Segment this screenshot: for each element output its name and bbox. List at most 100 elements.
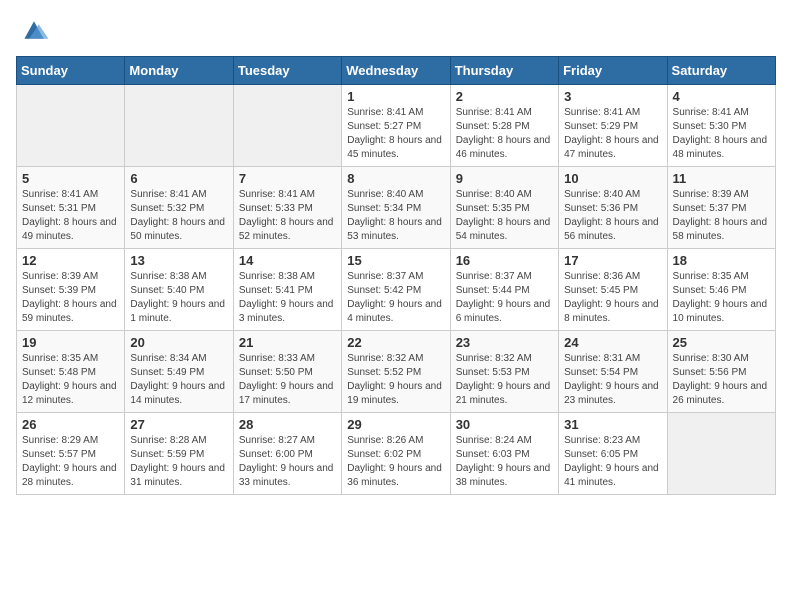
day-number: 13	[130, 253, 227, 268]
weekday-header-thursday: Thursday	[450, 57, 558, 85]
day-info: Sunrise: 8:41 AM Sunset: 5:28 PM Dayligh…	[456, 106, 553, 162]
calendar-cell: 28 Sunrise: 8:27 AM Sunset: 6:00 PM Dayl…	[233, 413, 341, 495]
day-number: 20	[130, 335, 227, 350]
day-info: Sunrise: 8:23 AM Sunset: 6:05 PM Dayligh…	[564, 434, 661, 490]
day-number: 3	[564, 89, 661, 104]
calendar-cell	[667, 413, 775, 495]
calendar-cell: 8 Sunrise: 8:40 AM Sunset: 5:34 PM Dayli…	[342, 167, 450, 249]
calendar-cell: 9 Sunrise: 8:40 AM Sunset: 5:35 PM Dayli…	[450, 167, 558, 249]
day-info: Sunrise: 8:41 AM Sunset: 5:27 PM Dayligh…	[347, 106, 444, 162]
calendar-cell: 10 Sunrise: 8:40 AM Sunset: 5:36 PM Dayl…	[559, 167, 667, 249]
day-info: Sunrise: 8:41 AM Sunset: 5:33 PM Dayligh…	[239, 188, 336, 244]
weekday-header-tuesday: Tuesday	[233, 57, 341, 85]
day-number: 15	[347, 253, 444, 268]
day-info: Sunrise: 8:29 AM Sunset: 5:57 PM Dayligh…	[22, 434, 119, 490]
calendar-week-row: 26 Sunrise: 8:29 AM Sunset: 5:57 PM Dayl…	[17, 413, 776, 495]
day-info: Sunrise: 8:41 AM Sunset: 5:31 PM Dayligh…	[22, 188, 119, 244]
day-info: Sunrise: 8:40 AM Sunset: 5:36 PM Dayligh…	[564, 188, 661, 244]
calendar-cell: 4 Sunrise: 8:41 AM Sunset: 5:30 PM Dayli…	[667, 85, 775, 167]
day-number: 22	[347, 335, 444, 350]
logo-icon	[18, 16, 50, 44]
day-number: 9	[456, 171, 553, 186]
calendar-table: SundayMondayTuesdayWednesdayThursdayFrid…	[16, 56, 776, 495]
day-info: Sunrise: 8:40 AM Sunset: 5:35 PM Dayligh…	[456, 188, 553, 244]
weekday-header-sunday: Sunday	[17, 57, 125, 85]
calendar-week-row: 1 Sunrise: 8:41 AM Sunset: 5:27 PM Dayli…	[17, 85, 776, 167]
day-number: 5	[22, 171, 119, 186]
calendar-cell: 17 Sunrise: 8:36 AM Sunset: 5:45 PM Dayl…	[559, 249, 667, 331]
weekday-header-row: SundayMondayTuesdayWednesdayThursdayFrid…	[17, 57, 776, 85]
day-info: Sunrise: 8:41 AM Sunset: 5:29 PM Dayligh…	[564, 106, 661, 162]
day-info: Sunrise: 8:24 AM Sunset: 6:03 PM Dayligh…	[456, 434, 553, 490]
day-info: Sunrise: 8:27 AM Sunset: 6:00 PM Dayligh…	[239, 434, 336, 490]
day-info: Sunrise: 8:28 AM Sunset: 5:59 PM Dayligh…	[130, 434, 227, 490]
day-info: Sunrise: 8:33 AM Sunset: 5:50 PM Dayligh…	[239, 352, 336, 408]
day-number: 25	[673, 335, 770, 350]
day-number: 10	[564, 171, 661, 186]
calendar-cell: 26 Sunrise: 8:29 AM Sunset: 5:57 PM Dayl…	[17, 413, 125, 495]
calendar-cell	[125, 85, 233, 167]
calendar-cell: 20 Sunrise: 8:34 AM Sunset: 5:49 PM Dayl…	[125, 331, 233, 413]
calendar-cell: 16 Sunrise: 8:37 AM Sunset: 5:44 PM Dayl…	[450, 249, 558, 331]
day-info: Sunrise: 8:31 AM Sunset: 5:54 PM Dayligh…	[564, 352, 661, 408]
calendar-cell: 24 Sunrise: 8:31 AM Sunset: 5:54 PM Dayl…	[559, 331, 667, 413]
calendar-cell: 13 Sunrise: 8:38 AM Sunset: 5:40 PM Dayl…	[125, 249, 233, 331]
day-number: 17	[564, 253, 661, 268]
day-number: 30	[456, 417, 553, 432]
day-info: Sunrise: 8:26 AM Sunset: 6:02 PM Dayligh…	[347, 434, 444, 490]
day-number: 18	[673, 253, 770, 268]
calendar-cell: 31 Sunrise: 8:23 AM Sunset: 6:05 PM Dayl…	[559, 413, 667, 495]
day-info: Sunrise: 8:39 AM Sunset: 5:39 PM Dayligh…	[22, 270, 119, 326]
calendar-cell: 3 Sunrise: 8:41 AM Sunset: 5:29 PM Dayli…	[559, 85, 667, 167]
calendar-cell: 15 Sunrise: 8:37 AM Sunset: 5:42 PM Dayl…	[342, 249, 450, 331]
calendar-cell: 21 Sunrise: 8:33 AM Sunset: 5:50 PM Dayl…	[233, 331, 341, 413]
day-info: Sunrise: 8:40 AM Sunset: 5:34 PM Dayligh…	[347, 188, 444, 244]
calendar-cell: 23 Sunrise: 8:32 AM Sunset: 5:53 PM Dayl…	[450, 331, 558, 413]
day-number: 23	[456, 335, 553, 350]
calendar-cell: 12 Sunrise: 8:39 AM Sunset: 5:39 PM Dayl…	[17, 249, 125, 331]
calendar-cell: 25 Sunrise: 8:30 AM Sunset: 5:56 PM Dayl…	[667, 331, 775, 413]
day-number: 27	[130, 417, 227, 432]
day-info: Sunrise: 8:41 AM Sunset: 5:30 PM Dayligh…	[673, 106, 770, 162]
day-number: 28	[239, 417, 336, 432]
day-number: 14	[239, 253, 336, 268]
calendar-week-row: 5 Sunrise: 8:41 AM Sunset: 5:31 PM Dayli…	[17, 167, 776, 249]
calendar-cell	[17, 85, 125, 167]
day-number: 7	[239, 171, 336, 186]
day-number: 6	[130, 171, 227, 186]
logo	[16, 16, 50, 44]
calendar-cell: 30 Sunrise: 8:24 AM Sunset: 6:03 PM Dayl…	[450, 413, 558, 495]
calendar-cell: 11 Sunrise: 8:39 AM Sunset: 5:37 PM Dayl…	[667, 167, 775, 249]
calendar-week-row: 19 Sunrise: 8:35 AM Sunset: 5:48 PM Dayl…	[17, 331, 776, 413]
calendar-week-row: 12 Sunrise: 8:39 AM Sunset: 5:39 PM Dayl…	[17, 249, 776, 331]
day-number: 19	[22, 335, 119, 350]
day-number: 2	[456, 89, 553, 104]
day-number: 24	[564, 335, 661, 350]
weekday-header-saturday: Saturday	[667, 57, 775, 85]
day-info: Sunrise: 8:41 AM Sunset: 5:32 PM Dayligh…	[130, 188, 227, 244]
weekday-header-friday: Friday	[559, 57, 667, 85]
calendar-body: 1 Sunrise: 8:41 AM Sunset: 5:27 PM Dayli…	[17, 85, 776, 495]
day-info: Sunrise: 8:37 AM Sunset: 5:44 PM Dayligh…	[456, 270, 553, 326]
day-info: Sunrise: 8:32 AM Sunset: 5:53 PM Dayligh…	[456, 352, 553, 408]
day-info: Sunrise: 8:34 AM Sunset: 5:49 PM Dayligh…	[130, 352, 227, 408]
day-number: 12	[22, 253, 119, 268]
calendar-cell: 5 Sunrise: 8:41 AM Sunset: 5:31 PM Dayli…	[17, 167, 125, 249]
day-number: 1	[347, 89, 444, 104]
calendar-cell	[233, 85, 341, 167]
calendar-cell: 19 Sunrise: 8:35 AM Sunset: 5:48 PM Dayl…	[17, 331, 125, 413]
calendar-cell: 7 Sunrise: 8:41 AM Sunset: 5:33 PM Dayli…	[233, 167, 341, 249]
day-info: Sunrise: 8:35 AM Sunset: 5:46 PM Dayligh…	[673, 270, 770, 326]
calendar-cell: 1 Sunrise: 8:41 AM Sunset: 5:27 PM Dayli…	[342, 85, 450, 167]
day-info: Sunrise: 8:36 AM Sunset: 5:45 PM Dayligh…	[564, 270, 661, 326]
day-info: Sunrise: 8:30 AM Sunset: 5:56 PM Dayligh…	[673, 352, 770, 408]
calendar-cell: 2 Sunrise: 8:41 AM Sunset: 5:28 PM Dayli…	[450, 85, 558, 167]
calendar-cell: 6 Sunrise: 8:41 AM Sunset: 5:32 PM Dayli…	[125, 167, 233, 249]
calendar-cell: 27 Sunrise: 8:28 AM Sunset: 5:59 PM Dayl…	[125, 413, 233, 495]
day-number: 26	[22, 417, 119, 432]
day-number: 8	[347, 171, 444, 186]
weekday-header-wednesday: Wednesday	[342, 57, 450, 85]
day-info: Sunrise: 8:39 AM Sunset: 5:37 PM Dayligh…	[673, 188, 770, 244]
calendar-cell: 18 Sunrise: 8:35 AM Sunset: 5:46 PM Dayl…	[667, 249, 775, 331]
calendar-cell: 29 Sunrise: 8:26 AM Sunset: 6:02 PM Dayl…	[342, 413, 450, 495]
